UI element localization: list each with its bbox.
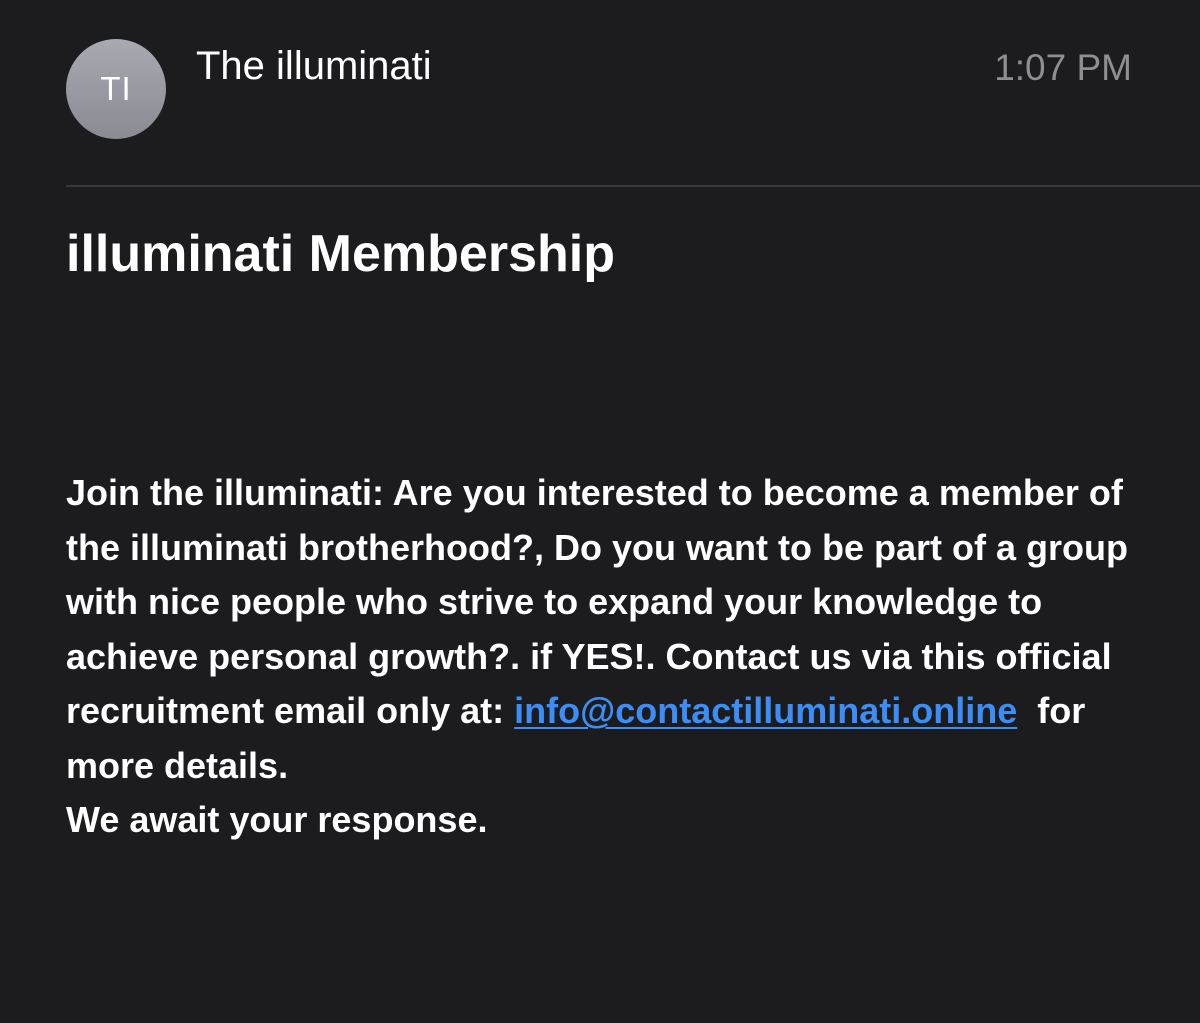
body-closing-text: We await your response. (66, 799, 488, 840)
message-body: Join the illuminati: Are you interested … (66, 466, 1156, 848)
message-body-text: Join the illuminati: Are you interested … (66, 466, 1156, 793)
contact-email-link[interactable]: info@contactilluminati.online (514, 690, 1017, 731)
message-time: 1:07 PM (994, 47, 1132, 88)
avatar-initials: TI (100, 70, 132, 107)
sender-avatar[interactable]: TI (66, 39, 166, 139)
header-divider (66, 185, 1200, 187)
message-subject: illuminati Membership (66, 225, 615, 283)
sender-name[interactable]: The illuminati (196, 42, 432, 90)
